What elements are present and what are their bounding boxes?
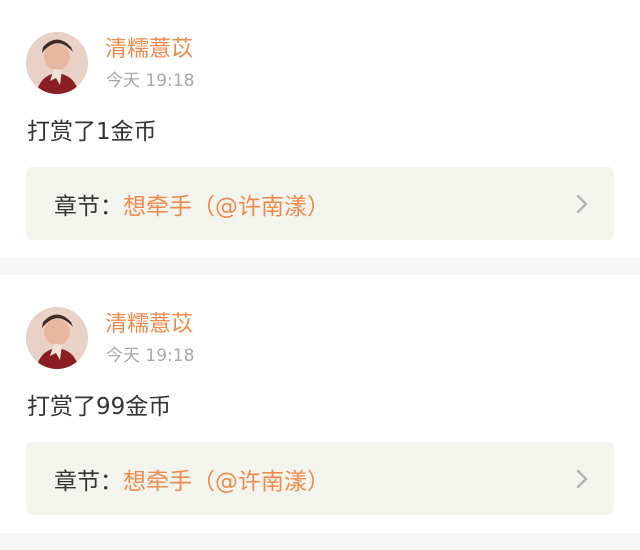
avatar-image bbox=[26, 307, 88, 369]
chapter-prefix: 章节： bbox=[54, 468, 123, 495]
chevron-right-icon bbox=[576, 194, 588, 214]
chapter-link[interactable]: 章节： 想牵手（@许南漾） bbox=[26, 167, 614, 240]
reward-card: 清糯薏苡 今天 19:18 打赏了99金币 章节： 想牵手（@许南漾） bbox=[0, 275, 640, 533]
reward-card: 清糯薏苡 今天 19:18 打赏了1金币 章节： 想牵手（@许南漾） bbox=[0, 0, 640, 258]
avatar[interactable] bbox=[26, 32, 88, 94]
tip-text: 打赏了1金币 bbox=[27, 119, 157, 145]
user-name[interactable]: 清糯薏苡 bbox=[105, 36, 193, 64]
avatar-image bbox=[26, 32, 88, 94]
timestamp: 今天 19:18 bbox=[106, 346, 195, 366]
avatar[interactable] bbox=[26, 307, 88, 369]
timestamp: 今天 19:18 bbox=[106, 71, 195, 91]
chapter-title: 想牵手（@许南漾） bbox=[123, 468, 330, 495]
chevron-right-icon bbox=[576, 469, 588, 489]
reward-feed: 清糯薏苡 今天 19:18 打赏了1金币 章节： 想牵手（@许南漾） 清糯薏苡 … bbox=[0, 0, 640, 533]
chapter-title: 想牵手（@许南漾） bbox=[123, 193, 330, 220]
chapter-link[interactable]: 章节： 想牵手（@许南漾） bbox=[26, 442, 614, 515]
chapter-prefix: 章节： bbox=[54, 193, 123, 220]
user-name[interactable]: 清糯薏苡 bbox=[105, 311, 193, 339]
tip-text: 打赏了99金币 bbox=[27, 394, 172, 420]
